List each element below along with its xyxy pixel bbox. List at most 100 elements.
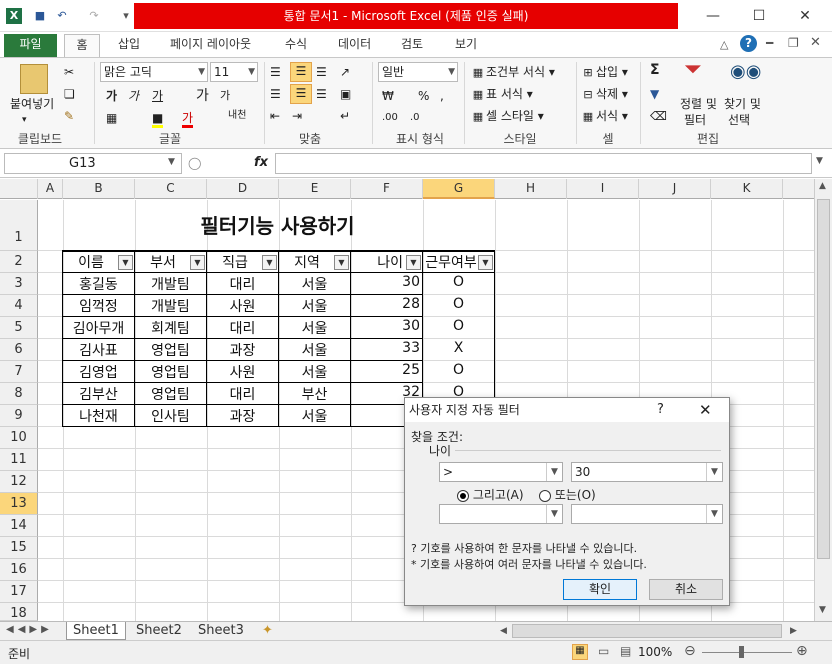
filter-dropdown-icon[interactable]: ▼ — [334, 255, 349, 270]
font-color-icon[interactable]: 가 — [182, 110, 194, 128]
table-cell[interactable]: 25 — [351, 362, 420, 378]
row-header-2[interactable]: 2 — [0, 251, 38, 273]
table-cell[interactable]: 부산 — [279, 384, 350, 404]
tab-file[interactable]: 파일 — [4, 34, 57, 57]
percent-icon[interactable]: % — [418, 88, 429, 104]
fill-color-icon[interactable]: ■ — [152, 110, 164, 128]
and-radio-icon[interactable] — [457, 489, 469, 502]
row-header-6[interactable]: 6 — [0, 339, 38, 361]
header-dept[interactable]: 부서 — [135, 252, 191, 272]
table-cell[interactable]: 개발팀 — [135, 274, 206, 294]
scroll-right-icon[interactable]: ▶ — [790, 626, 797, 636]
align-center-icon[interactable]: ☰ — [290, 84, 312, 104]
table-cell[interactable]: X — [423, 340, 494, 356]
column-header-f[interactable]: F — [351, 179, 423, 199]
table-cell[interactable]: 영업팀 — [135, 362, 206, 382]
column-header-i[interactable]: I — [567, 179, 639, 199]
fill-icon[interactable]: ▼ — [650, 86, 659, 102]
ribbon-minimize-icon[interactable]: △ — [720, 38, 728, 51]
column-header-k[interactable]: K — [711, 179, 783, 199]
filter-active-icon[interactable]: ▼ — [406, 255, 421, 270]
tab-view[interactable]: 보기 — [445, 34, 487, 57]
table-cell[interactable]: 대리 — [207, 274, 278, 294]
page-layout-view-icon[interactable]: ▭ — [598, 644, 609, 658]
tab-data[interactable]: 데이터 — [328, 34, 381, 57]
table-cell[interactable]: 서울 — [279, 318, 350, 338]
table-cell[interactable]: 김아무개 — [63, 318, 134, 338]
table-cell[interactable]: O — [423, 318, 494, 334]
expand-formula-icon[interactable]: ▼ — [816, 156, 823, 166]
table-cell[interactable]: 영업팀 — [135, 340, 206, 360]
and-radio[interactable]: 그리고(A) — [457, 486, 524, 503]
row-header-5[interactable]: 5 — [0, 317, 38, 339]
currency-icon[interactable]: ₩ — [382, 88, 394, 104]
align-left-icon[interactable]: ☰ — [270, 86, 281, 102]
dialog-close-icon[interactable]: ✕ — [699, 398, 712, 422]
copy-icon[interactable]: ❏ — [64, 86, 75, 102]
table-cell[interactable]: 과장 — [207, 406, 278, 426]
formula-bar-splitter-icon[interactable]: ◯ — [188, 156, 201, 170]
minimize-button[interactable]: — — [690, 4, 736, 28]
table-cell[interactable]: 33 — [351, 340, 420, 356]
table-cell[interactable]: 개발팀 — [135, 296, 206, 316]
row-header-4[interactable]: 4 — [0, 295, 38, 317]
table-cell[interactable]: 서울 — [279, 362, 350, 382]
header-rank[interactable]: 직급 — [207, 252, 263, 272]
horizontal-scroll-thumb[interactable] — [512, 624, 782, 638]
table-cell[interactable]: 사원 — [207, 296, 278, 316]
cell-style-button[interactable]: ▦ 셀 스타일 ▾ — [470, 108, 544, 124]
column-header-b[interactable]: B — [63, 179, 135, 199]
underline-button[interactable]: 가 — [152, 88, 163, 104]
format-cells-button[interactable]: ▦ 서식 ▾ — [580, 108, 628, 124]
table-cell[interactable]: 대리 — [207, 384, 278, 404]
table-cell[interactable]: 과장 — [207, 340, 278, 360]
table-cell[interactable]: 인사팀 — [135, 406, 206, 426]
ok-button[interactable]: 확인 — [563, 579, 637, 600]
table-cell[interactable]: 김부산 — [63, 384, 134, 404]
close-window-button[interactable]: ✕ — [782, 4, 828, 28]
name-box-dropdown-icon[interactable]: ▼ — [168, 157, 175, 167]
save-icon[interactable]: ■ — [32, 8, 48, 24]
insert-function-icon[interactable]: fx — [254, 155, 268, 170]
operator-select-2[interactable]: ▼ — [439, 504, 563, 524]
row-header-17[interactable]: 17 — [0, 581, 38, 603]
table-cell[interactable]: 영업팀 — [135, 384, 206, 404]
maximize-button[interactable]: ☐ — [736, 4, 782, 28]
table-cell[interactable]: 대리 — [207, 318, 278, 338]
comma-icon[interactable]: , — [440, 88, 444, 104]
decrease-decimal-icon[interactable]: .0 — [410, 110, 420, 126]
tab-formulas[interactable]: 수식 — [275, 34, 317, 57]
header-working[interactable]: 근무여부 — [423, 252, 479, 272]
operator-select-1[interactable]: > ▼ — [439, 462, 563, 482]
table-cell[interactable]: 나천재 — [63, 406, 134, 426]
page-break-view-icon[interactable]: ▤ — [620, 644, 631, 658]
zoom-out-icon[interactable]: ⊖ — [684, 643, 696, 659]
bold-button[interactable]: 가 — [106, 88, 117, 104]
number-format-select[interactable]: 일반 ▼ — [378, 62, 458, 82]
row-header-18[interactable]: 18 — [0, 603, 38, 621]
table-cell[interactable]: 김사표 — [63, 340, 134, 360]
row-header-12[interactable]: 12 — [0, 471, 38, 493]
sheet-tab-sheet2[interactable]: Sheet2 — [130, 622, 188, 640]
vertical-scrollbar[interactable]: ▲ ▼ — [814, 179, 832, 621]
sheet-nav-icon[interactable]: ◀◀▶▶ — [6, 624, 53, 635]
scroll-up-icon[interactable]: ▲ — [819, 181, 826, 191]
border-icon[interactable]: ▦ — [106, 110, 117, 126]
table-cell[interactable]: 회계팀 — [135, 318, 206, 338]
row-header-13[interactable]: 13 — [0, 493, 38, 515]
column-header-a[interactable]: A — [38, 179, 63, 199]
filter-dropdown-icon[interactable]: ▼ — [478, 255, 493, 270]
paste-icon[interactable] — [20, 64, 48, 94]
or-radio[interactable]: 또는(O) — [539, 486, 596, 503]
conditional-format-button[interactable]: ▦ 조건부 서식 ▾ — [470, 64, 555, 80]
decrease-indent-icon[interactable]: ⇤ — [270, 108, 280, 124]
column-header-d[interactable]: D — [207, 179, 279, 199]
header-age[interactable]: 나이 — [351, 252, 403, 272]
font-name-select[interactable]: 맑은 고딕 ▼ — [100, 62, 208, 82]
column-header-c[interactable]: C — [135, 179, 207, 199]
redo-icon[interactable]: ↷ — [86, 8, 102, 24]
find-binoculars-icon[interactable]: ◉◉ — [730, 63, 761, 81]
align-right-icon[interactable]: ☰ — [316, 86, 327, 102]
table-cell[interactable]: 30 — [351, 318, 420, 334]
find-select-label-2[interactable]: 선택 — [728, 112, 750, 128]
